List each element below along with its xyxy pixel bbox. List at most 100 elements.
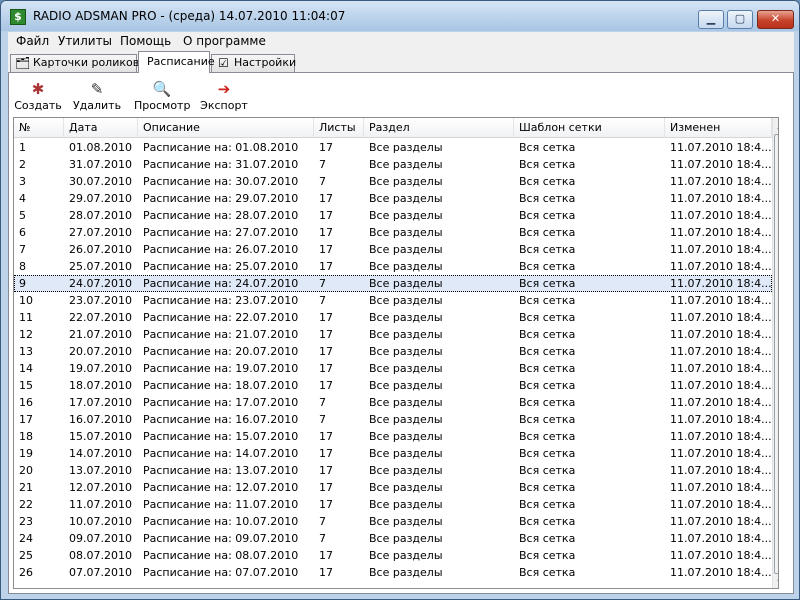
table-row[interactable]: 8 25.07.2010 Расписание на: 25.07.2010 17 Вс… xyxy=(14,258,772,275)
table-row[interactable]: 2 31.07.2010 Расписание на: 31.07.2010 7 Все… xyxy=(14,156,772,173)
table-row[interactable]: 15 18.07.2010 Расписание на: 18.07.2010 17 В… xyxy=(14,377,772,394)
cell-description: Расписание на: 11.07.2010 xyxy=(143,498,299,511)
cell-number: 17 xyxy=(19,413,33,426)
preview-button[interactable]: 🔍 Просмотр xyxy=(134,79,190,115)
table-row[interactable]: 14 19.07.2010 Расписание на: 19.07.2010 17 В… xyxy=(14,360,772,377)
table-row[interactable]: 1 01.08.2010 Расписание на: 01.08.2010 17 Вс… xyxy=(14,139,772,156)
table-row[interactable]: 4 29.07.2010 Расписание на: 29.07.2010 17 Вс… xyxy=(14,190,772,207)
table-row[interactable]: 13 20.07.2010 Расписание на: 20.07.2010 17 В… xyxy=(14,343,772,360)
cell-modified: 11.07.2010 18:4... xyxy=(670,260,772,273)
table-row[interactable]: 11 22.07.2010 Расписание на: 22.07.2010 17 В… xyxy=(14,309,772,326)
cell-section: Все разделы xyxy=(369,430,443,443)
cell-modified: 11.07.2010 18:4... xyxy=(670,362,772,375)
cell-date: 13.07.2010 xyxy=(69,464,132,477)
cell-description: Расписание на: 15.07.2010 xyxy=(143,430,299,443)
vertical-scrollbar[interactable]: ▲ ≡ ▼ xyxy=(772,118,778,588)
table-row[interactable]: 10 23.07.2010 Расписание на: 23.07.2010 7 Вс… xyxy=(14,292,772,309)
cell-template: Вся сетка xyxy=(519,549,576,562)
menu-about[interactable]: О программе xyxy=(183,34,266,48)
cell-sheets: 17 xyxy=(319,566,333,579)
table-row[interactable]: 12 21.07.2010 Расписание на: 21.07.2010 17 В… xyxy=(14,326,772,343)
cell-number: 2 xyxy=(19,158,26,171)
cell-modified: 11.07.2010 18:4... xyxy=(670,464,772,477)
app-dollar-icon[interactable]: $ xyxy=(10,9,26,25)
column-header-number[interactable]: № xyxy=(14,118,64,138)
minimize-button[interactable]: ▁ xyxy=(698,10,724,29)
cell-section: Все разделы xyxy=(369,260,443,273)
cell-template: Вся сетка xyxy=(519,277,576,290)
table-row[interactable]: 17 16.07.2010 Расписание на: 16.07.2010 7 Вс… xyxy=(14,411,772,428)
tab-schedule[interactable]: Расписание xyxy=(138,51,215,73)
table-row[interactable]: 7 26.07.2010 Расписание на: 26.07.2010 17 Вс… xyxy=(14,241,772,258)
cell-section: Все разделы xyxy=(369,379,443,392)
cell-template: Вся сетка xyxy=(519,481,576,494)
tab-settings[interactable]: ☑ Настройки xyxy=(211,54,296,72)
tab-label: Расписание xyxy=(147,55,215,68)
table-row[interactable]: 19 14.07.2010 Расписание на: 14.07.2010 17 В… xyxy=(14,445,772,462)
cell-modified: 11.07.2010 18:4... xyxy=(670,209,772,222)
cell-section: Все разделы xyxy=(369,396,443,409)
table-row[interactable]: 24 09.07.2010 Расписание на: 09.07.2010 7 Вс… xyxy=(14,530,772,547)
table-row[interactable]: 6 27.07.2010 Расписание на: 27.07.2010 17 Вс… xyxy=(14,224,772,241)
title-bar[interactable]: $ RADIO ADSMAN PRO - (среда) 14.07.2010 … xyxy=(1,1,799,31)
table-row[interactable]: 25 08.07.2010 Расписание на: 08.07.2010 17 В… xyxy=(14,547,772,564)
cell-date: 11.07.2010 xyxy=(69,498,132,511)
cell-modified: 11.07.2010 18:4... xyxy=(670,566,772,579)
cell-modified: 11.07.2010 18:4... xyxy=(670,481,772,494)
cell-number: 23 xyxy=(19,515,33,528)
table-row[interactable]: 3 30.07.2010 Расписание на: 30.07.2010 7 Все… xyxy=(14,173,772,190)
column-header-section[interactable]: Раздел xyxy=(364,118,514,138)
table-row[interactable]: 16 17.07.2010 Расписание на: 17.07.2010 7 Вс… xyxy=(14,394,772,411)
cell-date: 24.07.2010 xyxy=(69,277,132,290)
maximize-button[interactable]: ▢ xyxy=(727,10,753,29)
table-row[interactable]: 21 12.07.2010 Расписание на: 12.07.2010 17 В… xyxy=(14,479,772,496)
table-row[interactable]: 18 15.07.2010 Расписание на: 15.07.2010 17 В… xyxy=(14,428,772,445)
cell-sheets: 17 xyxy=(319,481,333,494)
settings-checklist-icon: ☑ xyxy=(218,56,229,70)
column-header-date[interactable]: Дата xyxy=(64,118,138,138)
cell-section: Все разделы xyxy=(369,345,443,358)
table-row[interactable]: 5 28.07.2010 Расписание на: 28.07.2010 17 Вс… xyxy=(14,207,772,224)
cell-description: Расписание на: 21.07.2010 xyxy=(143,328,299,341)
cell-modified: 11.07.2010 18:4... xyxy=(670,549,772,562)
column-header-sheets[interactable]: Листы xyxy=(314,118,364,138)
table-row[interactable]: 23 10.07.2010 Расписание на: 10.07.2010 7 Вс… xyxy=(14,513,772,530)
cell-description: Расписание на: 26.07.2010 xyxy=(143,243,299,256)
cell-description: Расписание на: 29.07.2010 xyxy=(143,192,299,205)
menu-file[interactable]: Файл xyxy=(16,34,49,48)
table-row[interactable]: 9 24.07.2010 Расписание на: 24.07.2010 7 Все… xyxy=(14,275,772,292)
scrollbar-thumb[interactable]: ≡ xyxy=(774,134,778,574)
cell-template: Вся сетка xyxy=(519,192,576,205)
cell-section: Все разделы xyxy=(369,464,443,477)
scroll-up-arrow-icon[interactable]: ▲ xyxy=(773,118,778,133)
cell-section: Все разделы xyxy=(369,158,443,171)
menu-utilities[interactable]: Утилиты xyxy=(58,34,112,48)
table-row[interactable]: 26 07.07.2010 Расписание на: 07.07.2010 17 В… xyxy=(14,564,772,581)
cell-section: Все разделы xyxy=(369,294,443,307)
column-header-description[interactable]: Описание xyxy=(138,118,314,138)
cell-modified: 11.07.2010 18:4... xyxy=(670,379,772,392)
table-row[interactable]: 22 11.07.2010 Расписание на: 11.07.2010 17 В… xyxy=(14,496,772,513)
create-button[interactable]: ✱ Создать xyxy=(13,79,63,115)
tab-label: Карточки роликов xyxy=(33,56,140,69)
column-header-template[interactable]: Шаблон сетки xyxy=(514,118,665,138)
column-header-modified[interactable]: Изменен xyxy=(665,118,772,138)
cell-number: 24 xyxy=(19,532,33,545)
cell-date: 17.07.2010 xyxy=(69,396,132,409)
menu-help[interactable]: Помощь xyxy=(120,34,171,48)
delete-button[interactable]: ✎ Удалить xyxy=(69,79,125,115)
cell-template: Вся сетка xyxy=(519,345,576,358)
cell-description: Расписание на: 22.07.2010 xyxy=(143,311,299,324)
scroll-down-arrow-icon[interactable]: ▼ xyxy=(773,575,778,588)
cell-sheets: 17 xyxy=(319,226,333,239)
cell-section: Все разделы xyxy=(369,226,443,239)
cell-date: 19.07.2010 xyxy=(69,362,132,375)
cell-sheets: 17 xyxy=(319,345,333,358)
tab-cards[interactable]: 🗂 Карточки роликов xyxy=(10,54,140,72)
cell-template: Вся сетка xyxy=(519,515,576,528)
cell-date: 31.07.2010 xyxy=(69,158,132,171)
close-button[interactable]: ✕ xyxy=(757,10,794,29)
export-button[interactable]: ➔ Экспорт xyxy=(198,79,250,115)
table-row[interactable]: 20 13.07.2010 Расписание на: 13.07.2010 17 В… xyxy=(14,462,772,479)
cell-description: Расписание на: 23.07.2010 xyxy=(143,294,299,307)
